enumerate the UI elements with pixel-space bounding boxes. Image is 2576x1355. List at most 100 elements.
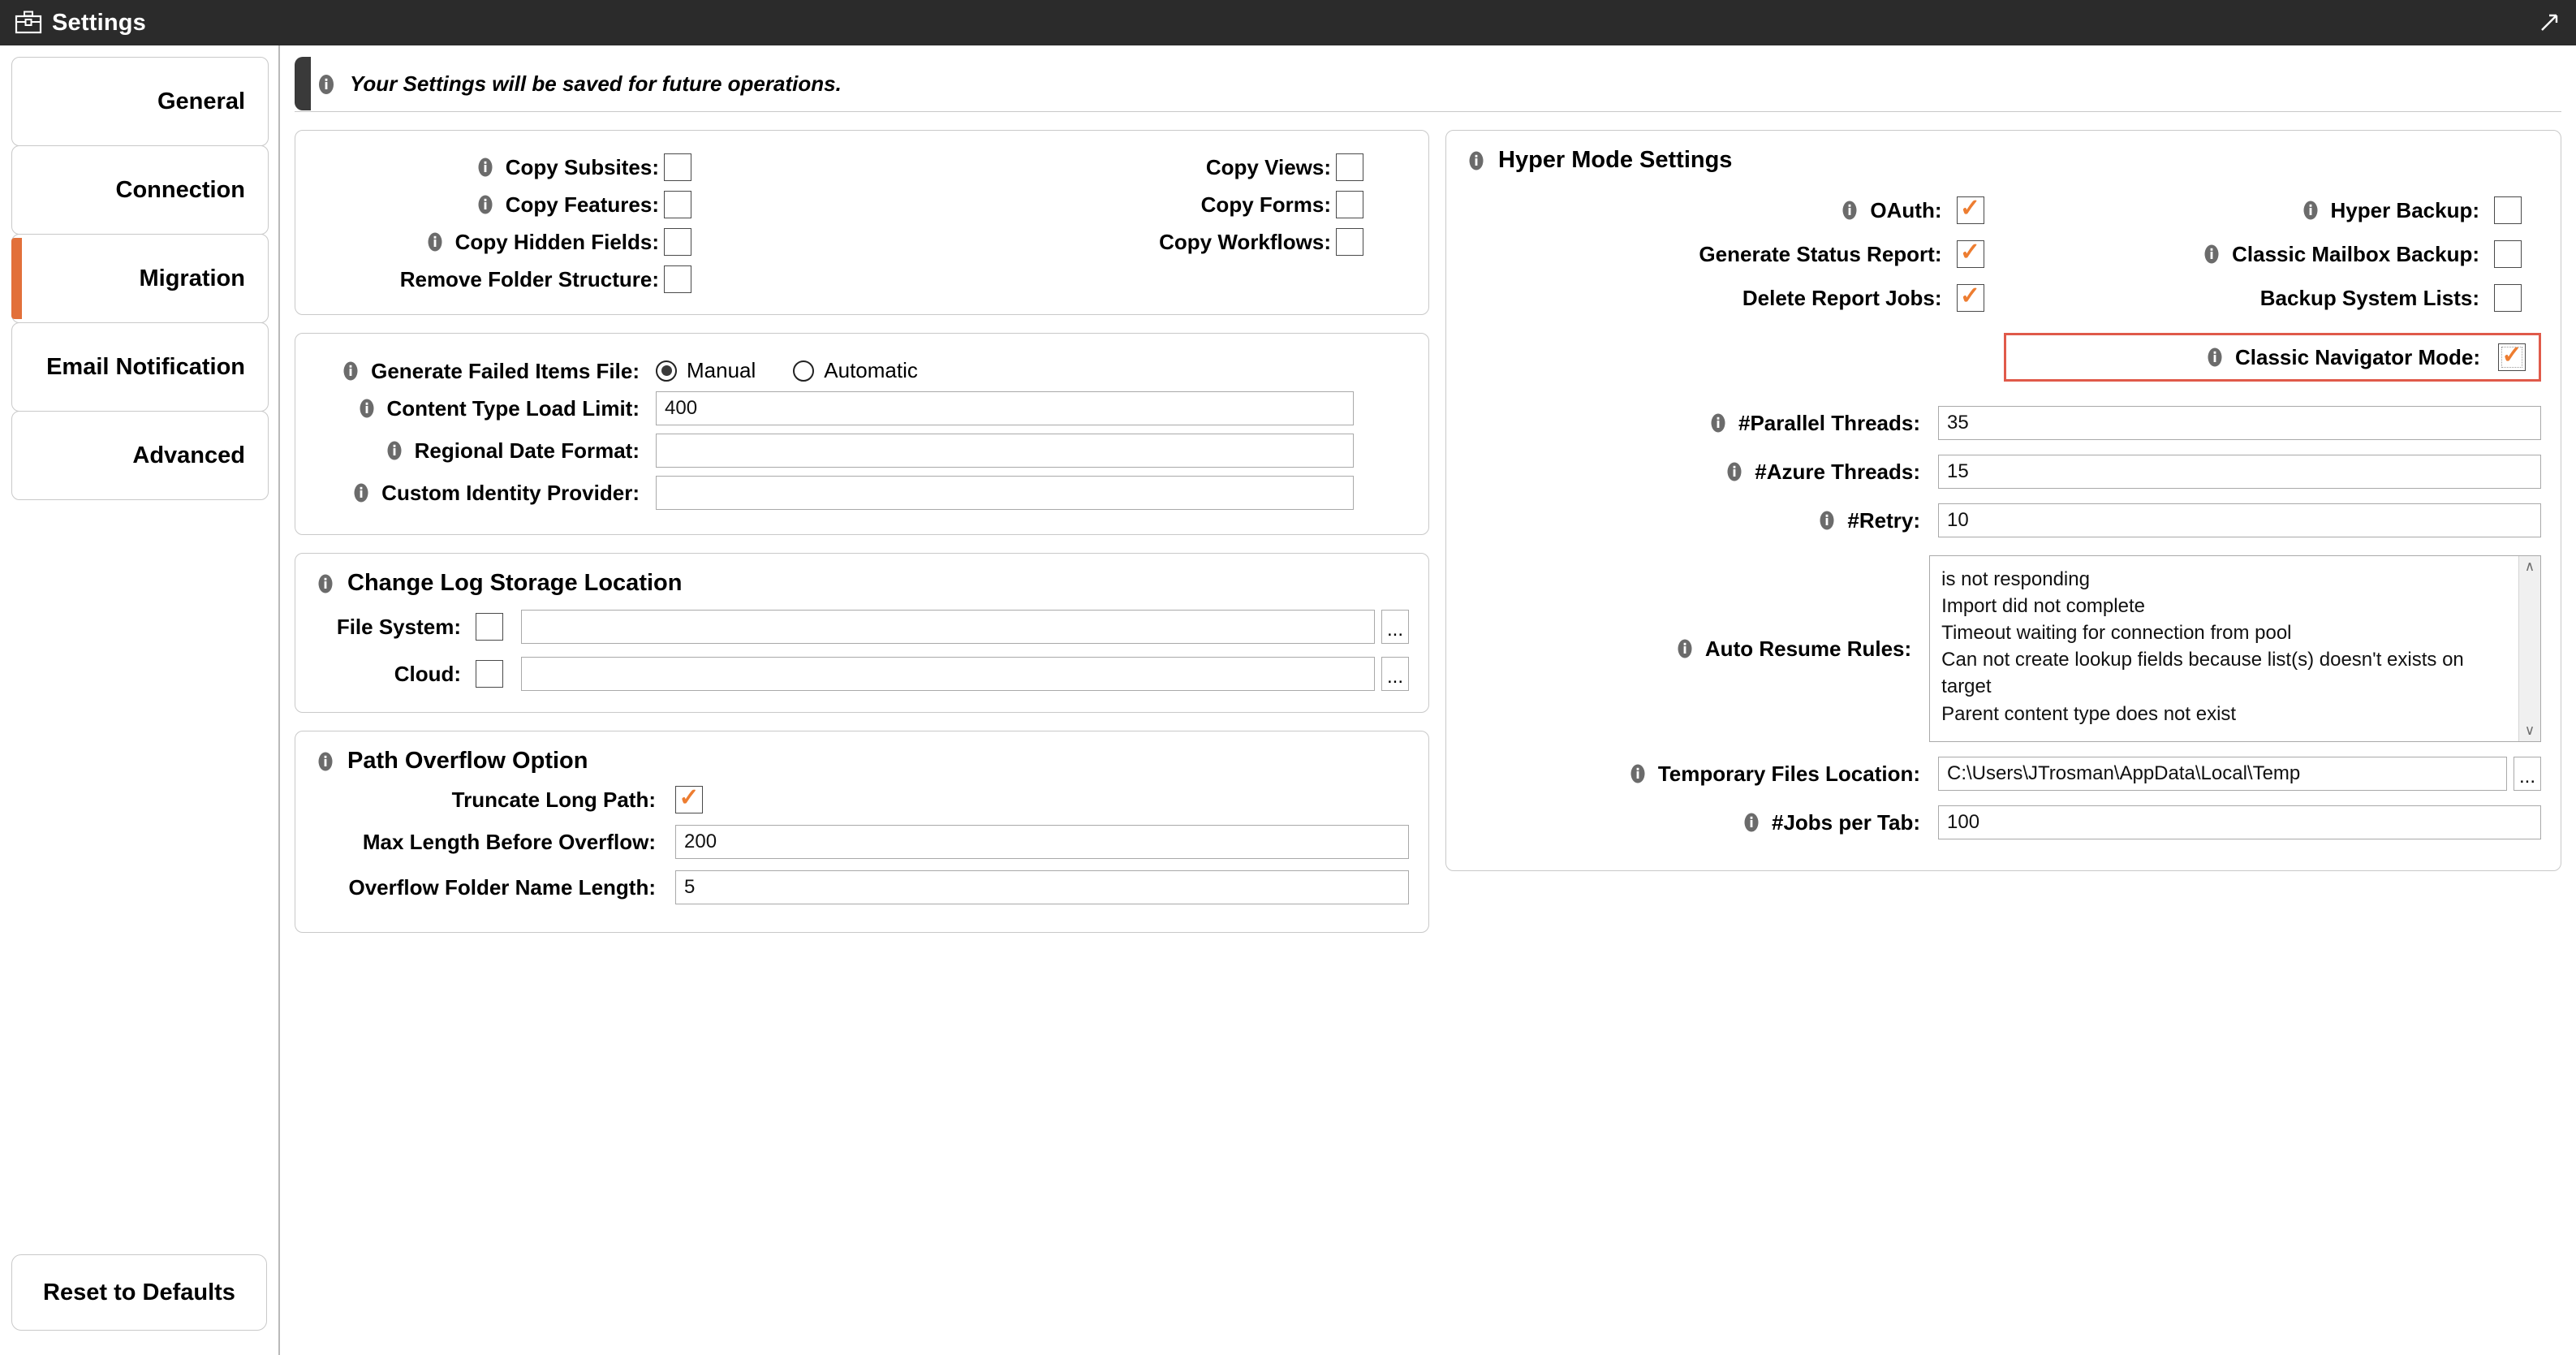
- change-log-storage-panel: Change Log Storage Location File System:…: [295, 553, 1429, 713]
- info-icon: [387, 441, 402, 460]
- auto-resume-rules-box: is not responding Import did not complet…: [1929, 555, 2541, 742]
- info-icon: [2303, 201, 2317, 220]
- file-system-path-input[interactable]: [521, 610, 1375, 644]
- truncate-long-path-checkbox[interactable]: ✓: [675, 786, 703, 813]
- cloud-path-input[interactable]: [521, 657, 1375, 691]
- general-options-panel: Generate Failed Items File: Manual Autom…: [295, 333, 1429, 535]
- label-text: Remove Folder Structure:: [399, 267, 659, 291]
- info-icon: [478, 158, 493, 177]
- info-icon: [1630, 764, 1645, 783]
- generate-status-report-label: Generate Status Report:: [1466, 244, 1957, 265]
- auto-resume-rules-textarea[interactable]: is not responding Import did not complet…: [1930, 556, 2518, 741]
- hyper-mode-checkbox-grid: OAuth: ✓ Hyper Backup: ✓: [1466, 179, 2541, 391]
- copy-options-panel: Copy Subsites: ✓ Copy Views: ✓: [295, 130, 1429, 315]
- sidebar-item-general[interactable]: General: [11, 57, 269, 146]
- copy-views-checkbox[interactable]: ✓: [1336, 153, 1363, 181]
- regional-date-format-control: [656, 434, 1409, 468]
- hyper-backup-checkbox[interactable]: ✓: [2494, 196, 2522, 224]
- info-icon: [319, 74, 334, 94]
- reset-to-defaults-button[interactable]: Reset to Defaults: [11, 1254, 267, 1331]
- cloud-row: Cloud: ✓ ...: [315, 657, 1409, 691]
- custom-identity-provider-row: Custom Identity Provider:: [315, 476, 1409, 510]
- overflow-folder-name-length-input[interactable]: 5: [675, 870, 1409, 904]
- radio-automatic-indicator: [793, 360, 815, 382]
- jobs-per-tab-input[interactable]: 100: [1938, 805, 2541, 839]
- sidebar-item-email-notification[interactable]: Email Notification: [11, 322, 269, 412]
- toolbox-icon: [15, 11, 42, 34]
- check-icon: ✓: [1959, 239, 1981, 265]
- content-type-load-limit-row: Content Type Load Limit: 400: [315, 391, 1409, 425]
- remove-folder-structure-label: Remove Folder Structure:: [315, 269, 664, 290]
- settings-columns: Copy Subsites: ✓ Copy Views: ✓: [295, 130, 2561, 1355]
- copy-forms-checkbox[interactable]: ✓: [1336, 191, 1363, 218]
- info-icon: [318, 752, 333, 770]
- expand-arrow-icon[interactable]: [2535, 9, 2563, 37]
- parallel-threads-input[interactable]: 35: [1938, 406, 2541, 440]
- radio-automatic[interactable]: Automatic: [793, 358, 918, 383]
- copy-workflows-checkbox[interactable]: ✓: [1336, 228, 1363, 256]
- classic-mailbox-backup-checkbox[interactable]: ✓: [2494, 240, 2522, 268]
- right-column: Hyper Mode Settings OAuth: ✓ Hyper Backu…: [1445, 130, 2561, 889]
- copy-hidden-fields-checkbox[interactable]: ✓: [664, 228, 691, 256]
- truncate-long-path-label: Truncate Long Path:: [451, 787, 656, 812]
- label-text: Custom Identity Provider:: [381, 481, 640, 505]
- radio-manual[interactable]: Manual: [656, 358, 756, 383]
- generate-failed-items-control: Manual Automatic: [656, 358, 1409, 383]
- panel-title-text: Change Log Storage Location: [347, 570, 683, 596]
- copy-forms-label: Copy Forms:: [737, 194, 1336, 215]
- generate-status-report-checkbox[interactable]: ✓: [1956, 239, 1984, 268]
- hyper-mode-panel: Hyper Mode Settings OAuth: ✓ Hyper Backu…: [1445, 130, 2561, 871]
- info-icon: [1842, 201, 1857, 220]
- sidebar-item-connection[interactable]: Connection: [11, 145, 269, 235]
- scroll-up-icon[interactable]: ∧: [2519, 556, 2540, 577]
- check-icon: ✓: [2501, 342, 2522, 369]
- temporary-files-location-input[interactable]: C:\Users\JTrosman\AppData\Local\Temp: [1938, 757, 2507, 791]
- copy-features-checkbox[interactable]: ✓: [664, 191, 691, 218]
- info-banner-text: Your Settings will be saved for future o…: [350, 71, 842, 96]
- label-text: #Jobs per Tab:: [1771, 810, 1920, 835]
- temporary-files-location-label: Temporary Files Location:: [1466, 763, 1938, 784]
- sidebar: General Connection Migration Email Notif…: [0, 45, 280, 1355]
- overflow-folder-name-length-row: Overflow Folder Name Length: 5: [315, 870, 1409, 904]
- max-length-before-overflow-row: Max Length Before Overflow: 200: [315, 825, 1409, 859]
- sidebar-item-label: Connection: [115, 176, 246, 203]
- regional-date-format-input[interactable]: [656, 434, 1354, 468]
- copy-views-label: Copy Views:: [737, 157, 1336, 178]
- info-icon: [343, 361, 358, 380]
- label-text: Classic Mailbox Backup:: [2232, 242, 2479, 266]
- oauth-checkbox[interactable]: ✓: [1956, 196, 1984, 224]
- content-type-load-limit-control: 400: [656, 391, 1409, 425]
- sidebar-item-label: General: [157, 88, 245, 114]
- info-icon: [428, 232, 442, 252]
- scroll-down-icon[interactable]: ∨: [2519, 720, 2540, 741]
- retry-label: #Retry:: [1466, 510, 1938, 531]
- label-text: Copy Forms:: [1200, 192, 1331, 217]
- copy-features-label: Copy Features:: [315, 194, 664, 215]
- remove-folder-structure-checkbox[interactable]: ✓: [664, 265, 691, 293]
- retry-input[interactable]: 10: [1938, 503, 2541, 537]
- sidebar-item-migration[interactable]: Migration: [11, 234, 269, 323]
- path-overflow-title: Path Overflow Option: [315, 748, 1409, 775]
- cloud-checkbox[interactable]: ✓: [476, 660, 503, 688]
- settings-content: Your Settings will be saved for future o…: [280, 45, 2576, 1355]
- azure-threads-input[interactable]: 15: [1938, 455, 2541, 489]
- max-length-before-overflow-input[interactable]: 200: [675, 825, 1409, 859]
- custom-identity-provider-input[interactable]: [656, 476, 1354, 510]
- copy-subsites-checkbox[interactable]: ✓: [664, 153, 691, 181]
- regional-date-format-label: Regional Date Format:: [315, 440, 656, 461]
- file-system-browse-button[interactable]: ...: [1381, 610, 1409, 644]
- auto-resume-rules-scrollbar[interactable]: ∧ ∨: [2518, 556, 2540, 741]
- content-type-load-limit-input[interactable]: 400: [656, 391, 1354, 425]
- copy-hidden-fields-label: Copy Hidden Fields:: [315, 231, 664, 252]
- info-icon: [354, 483, 368, 503]
- parallel-threads-row: #Parallel Threads: 35: [1466, 406, 2541, 440]
- delete-report-jobs-checkbox[interactable]: ✓: [1956, 284, 1984, 312]
- classic-navigator-mode-checkbox[interactable]: ✓: [2498, 343, 2526, 371]
- backup-system-lists-checkbox[interactable]: ✓: [2494, 284, 2522, 312]
- cloud-browse-button[interactable]: ...: [1381, 657, 1409, 691]
- temporary-files-location-browse-button[interactable]: ...: [2514, 757, 2541, 791]
- file-system-checkbox[interactable]: ✓: [476, 613, 503, 641]
- label-text: Copy Views:: [1205, 155, 1331, 179]
- cloud-label: Cloud:: [394, 661, 461, 686]
- sidebar-item-advanced[interactable]: Advanced: [11, 411, 269, 500]
